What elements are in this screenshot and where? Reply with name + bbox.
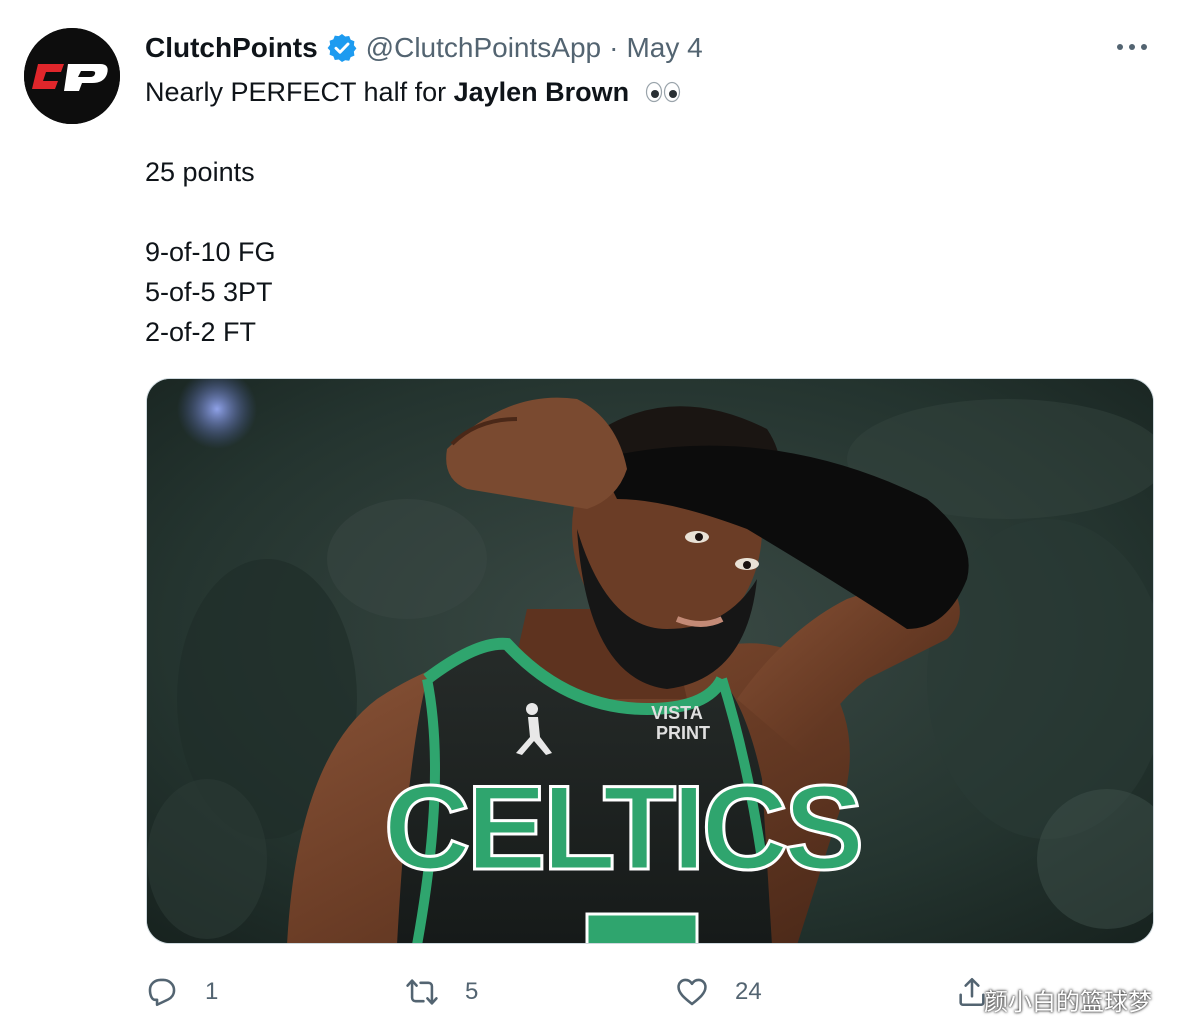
- retweet-count: 5: [465, 978, 479, 1005]
- retweet-icon: [406, 979, 438, 1005]
- jersey-sponsor-line1: VISTA: [651, 703, 703, 723]
- watermark: 颜小白的篮球梦: [984, 988, 1152, 1016]
- more-options-icon[interactable]: [1112, 32, 1152, 62]
- like-button[interactable]: 24: [675, 970, 762, 1014]
- tweet-headline: Nearly PERFECT half for Jaylen Brown: [145, 72, 681, 112]
- avatar[interactable]: [24, 28, 120, 124]
- reply-icon: [148, 978, 176, 1007]
- jersey-team-text: CELTICS: [384, 761, 860, 895]
- verified-badge-icon: [326, 32, 358, 64]
- stat-3pt: 5-of-5 3PT: [145, 277, 273, 307]
- tweet-date[interactable]: May 4: [626, 32, 702, 64]
- stat-points: 25 points: [145, 157, 255, 187]
- retweet-button[interactable]: 5: [405, 970, 478, 1014]
- player-name: Jaylen Brown: [453, 77, 630, 107]
- author-display-name[interactable]: ClutchPoints: [145, 32, 318, 64]
- tweet-card: ClutchPoints @ClutchPointsApp · May 4 Ne…: [0, 0, 1184, 1032]
- clutchpoints-logo: [24, 28, 120, 124]
- stat-ft: 2-of-2 FT: [145, 317, 257, 347]
- reply-button[interactable]: 1: [145, 970, 218, 1014]
- tweet-photo[interactable]: CELTICS VISTA PRINT: [146, 378, 1154, 944]
- headline-prefix: Nearly PERFECT half for: [145, 77, 454, 107]
- author-handle[interactable]: @ClutchPointsApp: [366, 32, 601, 64]
- tweet-header: ClutchPoints @ClutchPointsApp · May 4: [145, 28, 703, 68]
- heart-icon: [677, 978, 707, 1006]
- header-separator: ·: [609, 32, 619, 63]
- jersey-sponsor-line2: PRINT: [656, 723, 710, 743]
- stat-fg: 9-of-10 FG: [145, 237, 276, 267]
- tweet-text: Nearly PERFECT half for Jaylen Brown 25 …: [145, 72, 681, 352]
- eyes-emoji-icon: [645, 81, 680, 103]
- like-count: 24: [735, 978, 762, 1005]
- player-photo-illustration: CELTICS VISTA PRINT: [147, 379, 1153, 943]
- reply-count: 1: [205, 978, 219, 1005]
